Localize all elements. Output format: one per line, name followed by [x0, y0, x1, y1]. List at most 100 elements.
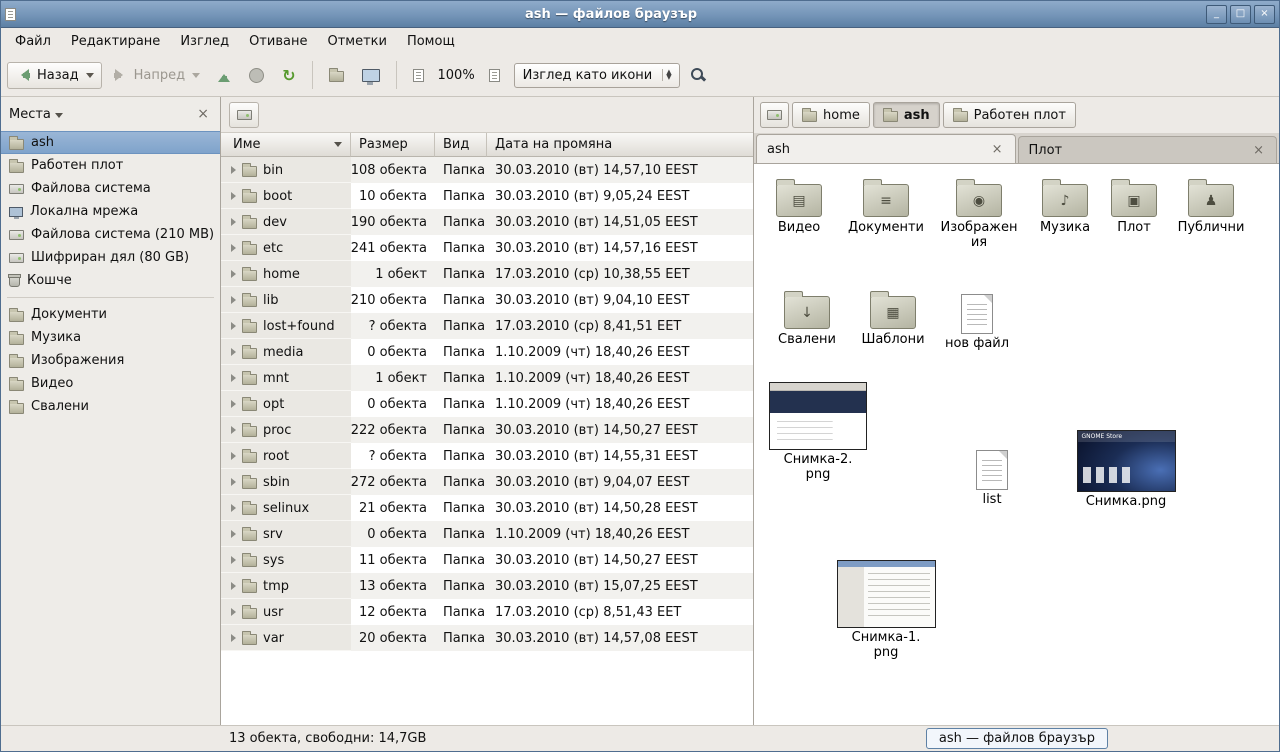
pathbar-root-button[interactable] — [760, 102, 789, 128]
expander-icon[interactable] — [231, 348, 236, 356]
icon-view-item-Изображен-ия[interactable]: ◉Изображен ия — [934, 174, 1024, 251]
sidebar-item-4[interactable]: Файлова система (210 MB) — [1, 223, 220, 246]
expander-icon[interactable] — [231, 322, 236, 330]
reload-button[interactable]: ↻ — [274, 63, 303, 88]
table-row[interactable]: opt0 обектаПапка1.10.2009 (чт) 18,40,26 … — [221, 391, 753, 417]
icon-view-item-Публични[interactable]: ♟Публични — [1170, 174, 1252, 236]
icon-view-item-нов-файл[interactable]: нов файл — [934, 286, 1020, 352]
expander-icon[interactable] — [231, 244, 236, 252]
icon-view-item-Свалени[interactable]: ↓Свалени — [766, 286, 848, 348]
tab-close-icon[interactable]: × — [990, 142, 1005, 157]
back-button[interactable]: Назад — [7, 62, 102, 89]
table-row[interactable]: mnt1 обектПапка1.10.2009 (чт) 18,40,26 E… — [221, 365, 753, 391]
minimize-button[interactable]: _ — [1206, 5, 1227, 24]
column-header-date[interactable]: Дата на промяна — [487, 133, 753, 157]
table-row[interactable]: usr12 обектаПапка17.03.2010 (ср) 8,51,43… — [221, 599, 753, 625]
menu-item-4[interactable]: Отметки — [317, 31, 396, 52]
forward-button[interactable]: Напред — [104, 62, 208, 89]
stop-button[interactable] — [241, 62, 272, 89]
table-row[interactable]: selinux21 обектаПапка30.03.2010 (вт) 14,… — [221, 495, 753, 521]
icon-view-item-Видео[interactable]: ▤Видео — [760, 174, 838, 236]
sidebar-item-10[interactable]: Видео — [1, 372, 220, 395]
tab-ash[interactable]: ash× — [756, 134, 1016, 163]
icon-view-item-Шаблони[interactable]: ▦Шаблони — [850, 286, 936, 348]
menu-item-0[interactable]: Файл — [5, 31, 61, 52]
sidebar-item-3[interactable]: Локална мрежа — [1, 200, 220, 223]
sidebar-item-8[interactable]: Музика — [1, 326, 220, 349]
titlebar[interactable]: ash — файлов браузър _ □ × — [1, 1, 1279, 28]
pathbar-button-ash[interactable]: ash — [873, 102, 940, 128]
zoom-level[interactable]: 100% — [434, 63, 479, 88]
table-row[interactable]: root? обектаПапка30.03.2010 (вт) 14,55,3… — [221, 443, 753, 469]
expander-icon[interactable] — [231, 530, 236, 538]
sidebar-item-5[interactable]: Шифриран дял (80 GB) — [1, 246, 220, 269]
home-button[interactable] — [321, 62, 352, 88]
sidebar-item-9[interactable]: Изображения — [1, 349, 220, 372]
sidebar-item-6[interactable]: Кошче — [1, 269, 220, 292]
table-row[interactable]: lib210 обектаПапка30.03.2010 (вт) 9,04,1… — [221, 287, 753, 313]
table-row[interactable]: sys11 обектаПапка30.03.2010 (вт) 14,50,2… — [221, 547, 753, 573]
icon-view-item-Снимка-2.-png[interactable]: GUADECСнимка-2. png — [766, 382, 870, 483]
tab-close-icon[interactable]: × — [1251, 143, 1266, 158]
column-header-type[interactable]: Вид — [435, 133, 487, 157]
menu-item-1[interactable]: Редактиране — [61, 31, 170, 52]
expander-icon[interactable] — [231, 218, 236, 226]
table-row[interactable]: proc222 обектаПапка30.03.2010 (вт) 14,50… — [221, 417, 753, 443]
table-row[interactable]: sbin272 обектаПапка30.03.2010 (вт) 9,04,… — [221, 469, 753, 495]
expander-icon[interactable] — [231, 504, 236, 512]
column-header-size[interactable]: Размер — [351, 133, 435, 157]
expander-icon[interactable] — [231, 296, 236, 304]
menu-item-5[interactable]: Помощ — [397, 31, 465, 52]
sidebar-item-11[interactable]: Свалени — [1, 395, 220, 418]
sidebar-item-2[interactable]: Файлова система — [1, 177, 220, 200]
icon-view-item-list[interactable]: list — [950, 442, 1034, 508]
table-row[interactable]: bin108 обектаПапка30.03.2010 (вт) 14,57,… — [221, 157, 753, 183]
sidebar-item-1[interactable]: Работен плот — [1, 154, 220, 177]
sidebar-item-7[interactable]: Документи — [1, 303, 220, 326]
places-header[interactable]: Места × — [1, 97, 220, 131]
tab-Плот[interactable]: Плот× — [1018, 136, 1278, 163]
places-close-icon[interactable]: × — [194, 106, 212, 122]
icon-view-item-Снимка.png[interactable]: GNOME StoreСнимка.png — [1070, 430, 1182, 510]
expander-icon[interactable] — [231, 400, 236, 408]
expander-icon[interactable] — [231, 634, 236, 642]
close-button[interactable]: × — [1254, 5, 1275, 24]
icon-view-item-Документи[interactable]: ≡Документи — [840, 174, 932, 236]
expander-icon[interactable] — [231, 166, 236, 174]
icon-view-item-Плот[interactable]: ▣Плот — [1102, 174, 1166, 236]
expander-icon[interactable] — [231, 608, 236, 616]
expander-icon[interactable] — [231, 582, 236, 590]
icon-view-item-Музика[interactable]: ♪Музика — [1028, 174, 1102, 236]
expander-icon[interactable] — [231, 192, 236, 200]
expander-icon[interactable] — [231, 374, 236, 382]
menu-item-3[interactable]: Отиване — [239, 31, 317, 52]
menu-item-2[interactable]: Изглед — [170, 31, 239, 52]
pathbar-button-home[interactable]: home — [792, 102, 870, 128]
computer-button[interactable] — [354, 63, 388, 88]
expander-icon[interactable] — [231, 556, 236, 564]
view-mode-selector[interactable]: Изглед като икони ▲▼ — [514, 63, 680, 88]
maximize-button[interactable]: □ — [1230, 5, 1251, 24]
expander-icon[interactable] — [231, 478, 236, 486]
expander-icon[interactable] — [231, 270, 236, 278]
zoom-out-button[interactable] — [405, 63, 432, 88]
search-button[interactable] — [682, 61, 714, 89]
table-row[interactable]: media0 обектаПапка1.10.2009 (чт) 18,40,2… — [221, 339, 753, 365]
expander-icon[interactable] — [231, 452, 236, 460]
pathbar-button-Работен плот[interactable]: Работен плот — [943, 102, 1076, 128]
table-row[interactable]: tmp13 обектаПапка30.03.2010 (вт) 15,07,2… — [221, 573, 753, 599]
icon-view-item-Снимка-1.-png[interactable]: Снимка-1. png — [830, 560, 942, 661]
table-row[interactable]: srv0 обектаПапка1.10.2009 (чт) 18,40,26 … — [221, 521, 753, 547]
column-header-name[interactable]: Име — [221, 133, 351, 157]
taskbar-window-button[interactable]: ash — файлов браузър — [926, 728, 1108, 749]
table-row[interactable]: etc241 обектаПапка30.03.2010 (вт) 14,57,… — [221, 235, 753, 261]
table-row[interactable]: boot10 обектаПапка30.03.2010 (вт) 9,05,2… — [221, 183, 753, 209]
sidebar-item-0[interactable]: ash — [1, 131, 220, 154]
table-row[interactable]: dev190 обектаПапка30.03.2010 (вт) 14,51,… — [221, 209, 753, 235]
table-row[interactable]: lost+found? обектаПапка17.03.2010 (ср) 8… — [221, 313, 753, 339]
table-row[interactable]: var20 обектаПапка30.03.2010 (вт) 14,57,0… — [221, 625, 753, 651]
table-row[interactable]: home1 обектПапка17.03.2010 (ср) 10,38,55… — [221, 261, 753, 287]
zoom-in-button[interactable] — [481, 63, 508, 88]
expander-icon[interactable] — [231, 426, 236, 434]
pane-root-button[interactable] — [229, 102, 259, 128]
